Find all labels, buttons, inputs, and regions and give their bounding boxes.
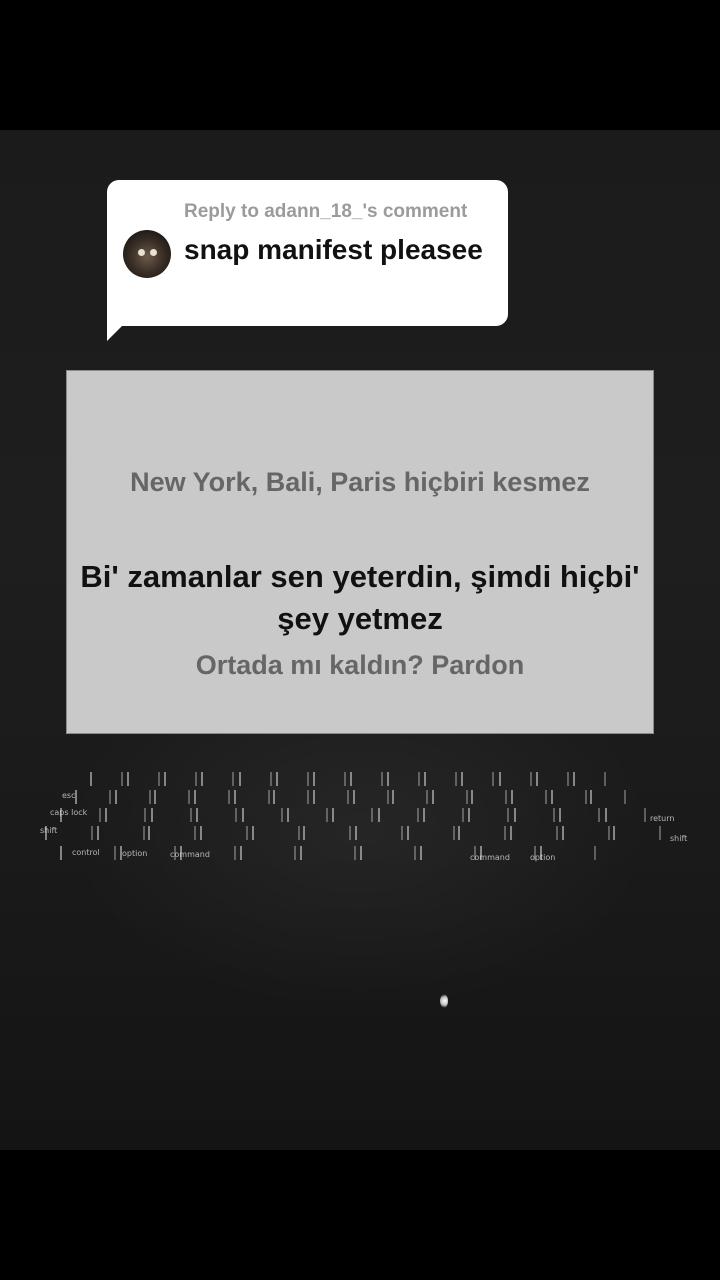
lyric-next-line: Ortada mı kaldın? Pardon: [195, 650, 525, 680]
lyric-current-line: Bi' zamanlar sen yeterdin, şimdi hiçbi' …: [80, 559, 640, 636]
letterbox-top: [0, 0, 720, 130]
avatar-eye: [150, 249, 157, 256]
laptop-screen: New York, Bali, Paris hiçbiri kesmez Bi'…: [66, 370, 654, 734]
avatar-eye: [138, 249, 145, 256]
reply-comment-text: snap manifest pleasee: [184, 234, 483, 265]
commenter-avatar[interactable]: [123, 230, 171, 278]
trackpad-reflection: [440, 994, 448, 1008]
reply-header: Reply to adann_18_'s comment: [184, 201, 468, 222]
reply-bubble-tail: [107, 315, 133, 341]
letterbox-bottom: [0, 1150, 720, 1280]
lyric-previous-line: New York, Bali, Paris hiçbiri kesmez: [130, 467, 590, 497]
